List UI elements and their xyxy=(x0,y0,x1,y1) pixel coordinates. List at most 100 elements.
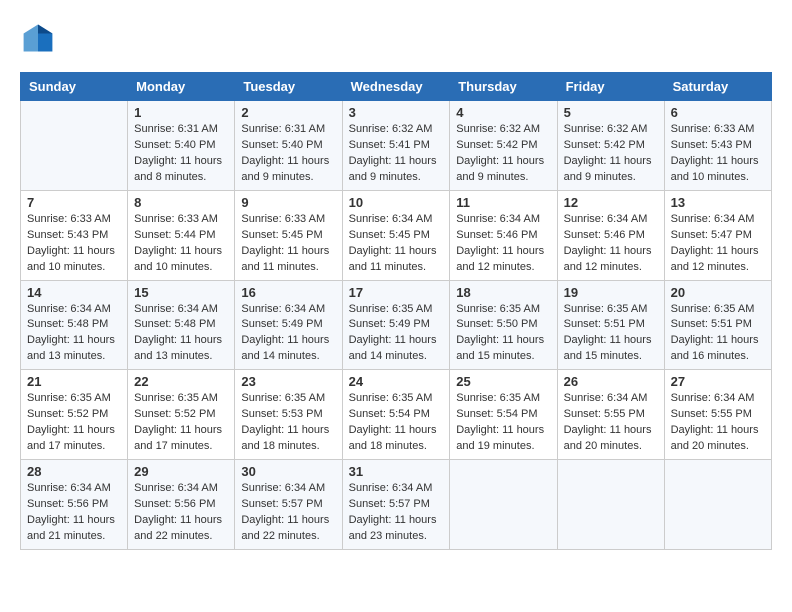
calendar-cell: 14 Sunrise: 6:34 AM Sunset: 5:48 PM Dayli… xyxy=(21,280,128,370)
day-number: 6 xyxy=(671,105,765,120)
calendar-cell: 13Sunrise: 6:34 AM Sunset: 5:47 PM Dayli… xyxy=(664,190,771,280)
calendar-cell: 3 Sunrise: 6:32 AM Sunset: 5:41 PM Daylig… xyxy=(342,101,450,191)
calendar-cell xyxy=(557,460,664,550)
day-info: Sunrise: 6:33 AM Sunset: 5:44 PM Dayligh… xyxy=(134,212,228,276)
calendar-body: 1 Sunrise: 6:31 AM Sunset: 5:40 PM Daylig… xyxy=(21,101,772,550)
day-info: Sunrise: 6:35 AM Sunset: 5:54 PM Dayligh… xyxy=(456,391,550,455)
calendar-cell xyxy=(450,460,557,550)
day-number: 18 xyxy=(456,285,550,300)
day-number: 15 xyxy=(134,285,228,300)
calendar-cell: 26 Sunrise: 6:34 AM Sunset: 5:55 PM Dayli… xyxy=(557,370,664,460)
calendar-week-1: 1 Sunrise: 6:31 AM Sunset: 5:40 PM Daylig… xyxy=(21,101,772,191)
day-info: Sunrise: 6:34 AM Sunset: 5:57 PM Dayligh… xyxy=(241,481,335,545)
day-info: Sunrise: 6:34 AM Sunset: 5:48 PM Dayligh… xyxy=(27,302,121,366)
calendar-cell: 16 Sunrise: 6:34 AM Sunset: 5:49 PM Dayli… xyxy=(235,280,342,370)
calendar-cell: 1 Sunrise: 6:31 AM Sunset: 5:40 PM Daylig… xyxy=(128,101,235,191)
calendar-cell: 15 Sunrise: 6:34 AM Sunset: 5:48 PM Dayli… xyxy=(128,280,235,370)
day-info: Sunrise: 6:35 AM Sunset: 5:52 PM Dayligh… xyxy=(27,391,121,455)
calendar-week-5: 28Sunrise: 6:34 AM Sunset: 5:56 PM Dayli… xyxy=(21,460,772,550)
calendar-cell: 8 Sunrise: 6:33 AM Sunset: 5:44 PM Daylig… xyxy=(128,190,235,280)
day-number: 24 xyxy=(349,374,444,389)
day-info: Sunrise: 6:31 AM Sunset: 5:40 PM Dayligh… xyxy=(241,122,335,186)
calendar-cell: 20 Sunrise: 6:35 AM Sunset: 5:51 PM Dayli… xyxy=(664,280,771,370)
day-info: Sunrise: 6:34 AM Sunset: 5:45 PM Dayligh… xyxy=(349,212,444,276)
day-info: Sunrise: 6:31 AM Sunset: 5:40 PM Dayligh… xyxy=(134,122,228,186)
day-info: Sunrise: 6:34 AM Sunset: 5:47 PM Dayligh… xyxy=(671,212,765,276)
day-number: 20 xyxy=(671,285,765,300)
day-number: 14 xyxy=(27,285,121,300)
day-number: 1 xyxy=(134,105,228,120)
calendar-week-3: 14 Sunrise: 6:34 AM Sunset: 5:48 PM Dayli… xyxy=(21,280,772,370)
calendar-week-2: 7 Sunrise: 6:33 AM Sunset: 5:43 PM Daylig… xyxy=(21,190,772,280)
day-info: Sunrise: 6:34 AM Sunset: 5:48 PM Dayligh… xyxy=(134,302,228,366)
day-info: Sunrise: 6:35 AM Sunset: 5:54 PM Dayligh… xyxy=(349,391,444,455)
day-number: 11 xyxy=(456,195,550,210)
day-number: 8 xyxy=(134,195,228,210)
day-number: 9 xyxy=(241,195,335,210)
day-info: Sunrise: 6:34 AM Sunset: 5:46 PM Dayligh… xyxy=(456,212,550,276)
calendar-cell: 23 Sunrise: 6:35 AM Sunset: 5:53 PM Dayli… xyxy=(235,370,342,460)
day-info: Sunrise: 6:33 AM Sunset: 5:45 PM Dayligh… xyxy=(241,212,335,276)
calendar-cell: 10 Sunrise: 6:34 AM Sunset: 5:45 PM Dayli… xyxy=(342,190,450,280)
calendar-cell xyxy=(664,460,771,550)
column-header-monday: Monday xyxy=(128,73,235,101)
day-number: 7 xyxy=(27,195,121,210)
calendar-cell xyxy=(21,101,128,191)
calendar-cell: 19 Sunrise: 6:35 AM Sunset: 5:51 PM Dayli… xyxy=(557,280,664,370)
day-number: 23 xyxy=(241,374,335,389)
calendar-week-4: 21Sunrise: 6:35 AM Sunset: 5:52 PM Dayli… xyxy=(21,370,772,460)
day-info: Sunrise: 6:35 AM Sunset: 5:53 PM Dayligh… xyxy=(241,391,335,455)
calendar-table: SundayMondayTuesdayWednesdayThursdayFrid… xyxy=(20,72,772,550)
calendar-cell: 30 Sunrise: 6:34 AM Sunset: 5:57 PM Dayli… xyxy=(235,460,342,550)
day-number: 12 xyxy=(564,195,658,210)
logo-icon xyxy=(20,20,56,56)
day-info: Sunrise: 6:34 AM Sunset: 5:56 PM Dayligh… xyxy=(134,481,228,545)
day-info: Sunrise: 6:35 AM Sunset: 5:51 PM Dayligh… xyxy=(671,302,765,366)
calendar-cell: 22Sunrise: 6:35 AM Sunset: 5:52 PM Dayli… xyxy=(128,370,235,460)
calendar-cell: 28Sunrise: 6:34 AM Sunset: 5:56 PM Dayli… xyxy=(21,460,128,550)
calendar-cell: 4 Sunrise: 6:32 AM Sunset: 5:42 PM Daylig… xyxy=(450,101,557,191)
column-header-saturday: Saturday xyxy=(664,73,771,101)
day-number: 25 xyxy=(456,374,550,389)
calendar-cell: 11 Sunrise: 6:34 AM Sunset: 5:46 PM Dayli… xyxy=(450,190,557,280)
day-number: 3 xyxy=(349,105,444,120)
day-number: 30 xyxy=(241,464,335,479)
calendar-cell: 24 Sunrise: 6:35 AM Sunset: 5:54 PM Dayli… xyxy=(342,370,450,460)
day-number: 26 xyxy=(564,374,658,389)
calendar-cell: 25 Sunrise: 6:35 AM Sunset: 5:54 PM Dayli… xyxy=(450,370,557,460)
day-info: Sunrise: 6:33 AM Sunset: 5:43 PM Dayligh… xyxy=(27,212,121,276)
page-header xyxy=(20,20,772,56)
logo xyxy=(20,20,60,56)
day-info: Sunrise: 6:34 AM Sunset: 5:57 PM Dayligh… xyxy=(349,481,444,545)
calendar-cell: 21Sunrise: 6:35 AM Sunset: 5:52 PM Dayli… xyxy=(21,370,128,460)
calendar-cell: 2 Sunrise: 6:31 AM Sunset: 5:40 PM Daylig… xyxy=(235,101,342,191)
calendar-cell: 17 Sunrise: 6:35 AM Sunset: 5:49 PM Dayli… xyxy=(342,280,450,370)
calendar-cell: 27Sunrise: 6:34 AM Sunset: 5:55 PM Dayli… xyxy=(664,370,771,460)
day-number: 16 xyxy=(241,285,335,300)
day-info: Sunrise: 6:35 AM Sunset: 5:50 PM Dayligh… xyxy=(456,302,550,366)
day-info: Sunrise: 6:32 AM Sunset: 5:42 PM Dayligh… xyxy=(564,122,658,186)
day-info: Sunrise: 6:32 AM Sunset: 5:42 PM Dayligh… xyxy=(456,122,550,186)
calendar-cell: 31 Sunrise: 6:34 AM Sunset: 5:57 PM Dayli… xyxy=(342,460,450,550)
day-number: 19 xyxy=(564,285,658,300)
calendar-cell: 12Sunrise: 6:34 AM Sunset: 5:46 PM Dayli… xyxy=(557,190,664,280)
day-info: Sunrise: 6:35 AM Sunset: 5:49 PM Dayligh… xyxy=(349,302,444,366)
day-info: Sunrise: 6:34 AM Sunset: 5:56 PM Dayligh… xyxy=(27,481,121,545)
day-number: 17 xyxy=(349,285,444,300)
day-number: 2 xyxy=(241,105,335,120)
day-info: Sunrise: 6:35 AM Sunset: 5:51 PM Dayligh… xyxy=(564,302,658,366)
day-number: 10 xyxy=(349,195,444,210)
calendar-cell: 18 Sunrise: 6:35 AM Sunset: 5:50 PM Dayli… xyxy=(450,280,557,370)
day-number: 27 xyxy=(671,374,765,389)
calendar-cell: 6 Sunrise: 6:33 AM Sunset: 5:43 PM Daylig… xyxy=(664,101,771,191)
day-info: Sunrise: 6:34 AM Sunset: 5:55 PM Dayligh… xyxy=(564,391,658,455)
day-number: 4 xyxy=(456,105,550,120)
column-header-wednesday: Wednesday xyxy=(342,73,450,101)
day-number: 31 xyxy=(349,464,444,479)
day-info: Sunrise: 6:35 AM Sunset: 5:52 PM Dayligh… xyxy=(134,391,228,455)
day-number: 5 xyxy=(564,105,658,120)
day-info: Sunrise: 6:33 AM Sunset: 5:43 PM Dayligh… xyxy=(671,122,765,186)
day-info: Sunrise: 6:32 AM Sunset: 5:41 PM Dayligh… xyxy=(349,122,444,186)
day-number: 29 xyxy=(134,464,228,479)
day-info: Sunrise: 6:34 AM Sunset: 5:49 PM Dayligh… xyxy=(241,302,335,366)
